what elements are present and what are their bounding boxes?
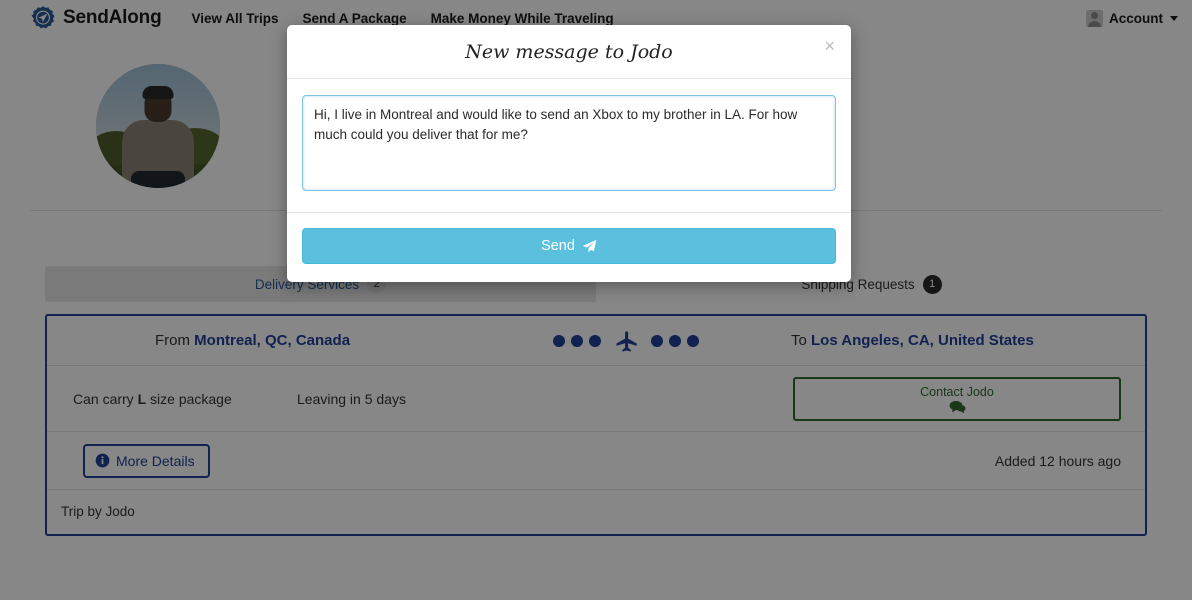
message-input[interactable] <box>302 95 836 191</box>
paper-plane-icon <box>582 239 597 254</box>
modal-body <box>287 79 851 196</box>
modal-title: New message to Jodo <box>465 41 673 63</box>
send-button-label: Send <box>541 238 575 254</box>
modal-overlay[interactable]: New message to Jodo × Send <box>0 0 1192 600</box>
modal-footer: Send <box>287 212 851 282</box>
close-icon[interactable]: × <box>824 37 835 55</box>
new-message-modal: New message to Jodo × Send <box>287 25 851 282</box>
modal-header: New message to Jodo × <box>287 25 851 79</box>
send-button[interactable]: Send <box>302 228 836 264</box>
